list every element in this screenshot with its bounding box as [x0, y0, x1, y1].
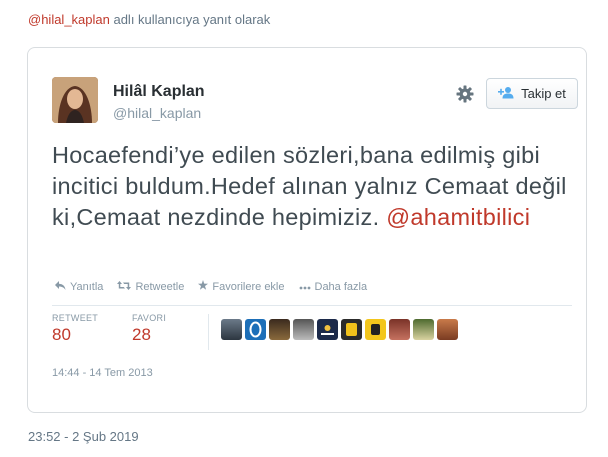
- more-icon: [299, 281, 311, 293]
- favorite-stat[interactable]: FAVORI 28: [132, 313, 166, 345]
- favoriter-avatar[interactable]: [389, 319, 410, 340]
- tweet-author-name[interactable]: Hilâl Kaplan: [113, 83, 205, 101]
- favoriter-avatar[interactable]: [341, 319, 362, 340]
- tweet-date[interactable]: 14:44 - 14 Tem 2013: [52, 367, 153, 379]
- favoriter-avatar[interactable]: [293, 319, 314, 340]
- more-action[interactable]: Daha fazla: [299, 280, 368, 293]
- add-user-icon: [498, 86, 515, 102]
- avatar[interactable]: [52, 77, 98, 123]
- reply-icon: [55, 280, 66, 293]
- favoriter-avatar[interactable]: [317, 319, 338, 340]
- embedded-tweet-card: Hilâl Kaplan @hilal_kaplan Takip et Hoca…: [27, 47, 587, 413]
- favorite-stat-label: FAVORI: [132, 313, 167, 323]
- reply-timestamp[interactable]: 23:52 - 2 Şub 2019: [28, 429, 139, 444]
- gear-icon[interactable]: [454, 83, 476, 105]
- follow-button[interactable]: Takip et: [486, 78, 578, 109]
- retweet-icon: [117, 280, 132, 293]
- retweet-action[interactable]: Retweetle: [117, 280, 185, 293]
- favorite-action[interactable]: Favorilere ekle: [198, 280, 285, 293]
- more-label: Daha fazla: [314, 280, 368, 293]
- favoriter-avatar[interactable]: [365, 319, 386, 340]
- tweet-mention-link[interactable]: @ahamitbilici: [386, 204, 530, 230]
- tweet-text: Hocaefendi’ye edilen sözleri,bana edilmi…: [52, 140, 572, 233]
- retweet-stat[interactable]: RETWEET 80: [52, 313, 98, 345]
- tweet-author-username[interactable]: @hilal_kaplan: [113, 105, 201, 121]
- favorite-count: 28: [132, 325, 151, 344]
- reply-context-text: adlı kullanıcıya yanıt olarak: [109, 12, 271, 27]
- follow-button-label: Takip et: [521, 86, 566, 101]
- reply-label: Yanıtla: [70, 280, 104, 293]
- reply-context: @hilal_kaplan adlı kullanıcıya yanıt ola…: [28, 12, 270, 27]
- favoriter-avatar[interactable]: [269, 319, 290, 340]
- retweet-stat-label: RETWEET: [52, 313, 99, 323]
- retweet-count: 80: [52, 325, 71, 344]
- tweet-actions: Yanıtla Retweetle Favorilere ekle Daha f…: [55, 280, 367, 293]
- favoriter-avatars: [221, 319, 458, 340]
- favoriter-avatar[interactable]: [437, 319, 458, 340]
- favoriter-avatar[interactable]: [245, 319, 266, 340]
- reply-action[interactable]: Yanıtla: [55, 280, 104, 293]
- reply-handle-link[interactable]: @hilal_kaplan: [28, 12, 110, 27]
- favoriter-avatar[interactable]: [413, 319, 434, 340]
- stats-divider: [208, 314, 209, 350]
- retweet-label: Retweetle: [135, 280, 185, 293]
- favorite-label: Favorilere ekle: [212, 280, 285, 293]
- star-icon: [198, 280, 209, 293]
- actions-divider: [52, 305, 572, 306]
- favoriter-avatar[interactable]: [221, 319, 242, 340]
